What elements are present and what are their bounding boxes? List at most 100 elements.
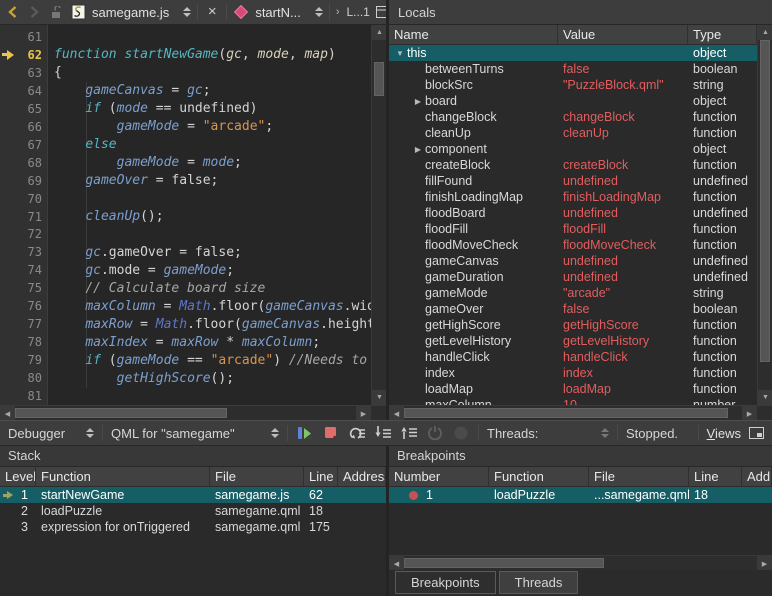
scroll-track[interactable] xyxy=(404,406,742,420)
dock-tab-threads[interactable]: Threads xyxy=(499,571,579,594)
editor-hscrollbar[interactable]: ◀ ▶ xyxy=(0,405,386,420)
gutter-line[interactable]: 74 xyxy=(0,261,47,279)
locals-row[interactable]: ▶boardobject xyxy=(389,93,757,109)
code-line[interactable]: else xyxy=(54,136,371,154)
locals-row[interactable]: getHighScoregetHighScorefunction xyxy=(389,317,757,333)
locals-row[interactable]: handleClickhandleClickfunction xyxy=(389,349,757,365)
locals-row[interactable]: cleanUpcleanUpfunction xyxy=(389,125,757,141)
column-header[interactable]: Type xyxy=(688,25,757,44)
overflow-chevron-icon[interactable]: › xyxy=(336,6,340,18)
gutter-line[interactable]: 77 xyxy=(0,315,47,333)
locals-row[interactable]: gameCanvasundefinedundefined xyxy=(389,253,757,269)
column-header[interactable]: Level xyxy=(0,467,36,486)
column-header[interactable]: Line xyxy=(304,467,338,486)
gutter-line[interactable]: 81 xyxy=(0,387,47,405)
gutter-line[interactable]: 66 xyxy=(0,118,47,136)
editor-gutter[interactable]: 6162636465666768697071727374757677787980… xyxy=(0,25,48,405)
scroll-thumb[interactable] xyxy=(374,62,384,96)
code-line[interactable]: maxColumn = Math.floor(gameCanvas.width xyxy=(54,298,371,316)
code-line[interactable] xyxy=(54,190,371,208)
locals-row[interactable]: getLevelHistorygetLevelHistoryfunction xyxy=(389,333,757,349)
scroll-track[interactable] xyxy=(758,40,772,390)
code-line[interactable]: { xyxy=(54,64,371,82)
gutter-line[interactable]: 78 xyxy=(0,333,47,351)
code-line[interactable]: cleanUp(); xyxy=(54,208,371,226)
editor-vscrollbar[interactable]: ▲ ▼ xyxy=(371,25,386,405)
record-button[interactable] xyxy=(452,424,470,442)
column-header[interactable]: Line xyxy=(689,467,742,486)
scroll-left-icon[interactable]: ◀ xyxy=(389,556,404,571)
breakpoint-row[interactable]: 1loadPuzzle...samegame.qml18 xyxy=(389,487,772,503)
gutter-line[interactable]: 62 xyxy=(0,46,47,64)
column-header[interactable]: Function xyxy=(489,467,589,486)
expander-closed-icon[interactable]: ▶ xyxy=(411,145,425,154)
code-line[interactable]: if (mode == undefined) xyxy=(54,100,371,118)
code-line[interactable]: gc.gameOver = false; xyxy=(54,244,371,262)
column-header[interactable]: Address xyxy=(338,467,386,486)
scroll-thumb[interactable] xyxy=(15,408,227,418)
code-line[interactable] xyxy=(54,226,371,244)
stop-debugger-button[interactable] xyxy=(322,424,340,442)
close-document-button[interactable]: × xyxy=(204,2,220,22)
symbol-dropdown[interactable]: startN... xyxy=(255,5,301,20)
code-line[interactable]: maxIndex = maxRow * maxColumn; xyxy=(54,334,371,352)
scroll-thumb[interactable] xyxy=(404,558,604,568)
locals-row[interactable]: finishLoadingMapfinishLoadingMapfunction xyxy=(389,189,757,205)
expander-open-icon[interactable]: ▼ xyxy=(393,49,407,58)
stack-header[interactable]: LevelFunctionFileLineAddress xyxy=(0,467,386,487)
column-header[interactable]: Name xyxy=(389,25,558,44)
gutter-line[interactable]: 67 xyxy=(0,136,47,154)
scroll-up-icon[interactable]: ▲ xyxy=(372,25,386,40)
scroll-track[interactable] xyxy=(15,406,356,420)
locals-hscrollbar[interactable]: ◀ ▶ xyxy=(389,405,772,420)
code-line[interactable]: if (gameMode == "arcade") //Needs to xyxy=(54,352,371,370)
column-header[interactable]: Function xyxy=(36,467,210,486)
column-header[interactable]: File xyxy=(589,467,689,486)
scroll-track[interactable] xyxy=(372,40,386,390)
gutter-line[interactable]: 75 xyxy=(0,279,47,297)
locals-row[interactable]: maxColumn10number xyxy=(389,397,757,405)
locals-row[interactable]: fillFoundundefinedundefined xyxy=(389,173,757,189)
locals-row[interactable]: ▼thisobject xyxy=(389,45,757,61)
step-into-button[interactable] xyxy=(374,424,392,442)
locals-header[interactable]: NameValueType xyxy=(389,25,757,45)
interrupt-button[interactable] xyxy=(426,424,444,442)
scroll-left-icon[interactable]: ◀ xyxy=(389,406,404,421)
locals-row[interactable]: blockSrc"PuzzleBlock.qml"string xyxy=(389,77,757,93)
code-line[interactable]: gameCanvas = gc; xyxy=(54,82,371,100)
debug-engine-dropdown[interactable]: QML for "samegame" xyxy=(111,426,279,441)
locals-row[interactable]: gameDurationundefinedundefined xyxy=(389,269,757,285)
scroll-track[interactable] xyxy=(404,556,757,570)
scroll-thumb[interactable] xyxy=(404,408,728,418)
locals-row[interactable]: floodBoardundefinedundefined xyxy=(389,205,757,221)
column-header[interactable]: Value xyxy=(558,25,688,44)
code-line[interactable]: getHighScore(); xyxy=(54,370,371,388)
locals-row[interactable]: createBlockcreateBlockfunction xyxy=(389,157,757,173)
locals-row[interactable]: gameOverfalseboolean xyxy=(389,301,757,317)
split-editor-button[interactable] xyxy=(376,2,386,22)
forward-button[interactable] xyxy=(26,2,42,22)
gutter-line[interactable]: 73 xyxy=(0,243,47,261)
lock-button[interactable] xyxy=(48,2,64,22)
scroll-up-icon[interactable]: ▲ xyxy=(758,25,772,40)
debugger-mode-dropdown[interactable]: Debugger xyxy=(8,426,94,441)
scroll-right-icon[interactable]: ▶ xyxy=(742,406,757,421)
scroll-right-icon[interactable]: ▶ xyxy=(757,556,772,571)
scroll-right-icon[interactable]: ▶ xyxy=(356,406,371,421)
scroll-down-icon[interactable]: ▼ xyxy=(372,390,386,405)
code-line[interactable] xyxy=(54,28,371,46)
continue-button[interactable] xyxy=(296,424,314,442)
breakpoints-header[interactable]: NumberFunctionFileLineAddress xyxy=(389,467,772,487)
column-header[interactable]: Address xyxy=(742,467,772,486)
locals-row[interactable]: gameMode"arcade"string xyxy=(389,285,757,301)
code-line[interactable]: gc.mode = gameMode; xyxy=(54,262,371,280)
code-line[interactable]: // Calculate board size xyxy=(54,280,371,298)
gutter-line[interactable]: 64 xyxy=(0,82,47,100)
editor-code-area[interactable]: function startNewGame(gc, mode, map){ ga… xyxy=(48,25,371,405)
line-column-tab[interactable]: L...1 xyxy=(347,5,370,19)
step-out-button[interactable] xyxy=(400,424,418,442)
file-spinner-icon[interactable] xyxy=(183,7,191,17)
gutter-line[interactable]: 69 xyxy=(0,172,47,190)
gutter-line[interactable]: 70 xyxy=(0,190,47,208)
gutter-line[interactable]: 71 xyxy=(0,208,47,226)
